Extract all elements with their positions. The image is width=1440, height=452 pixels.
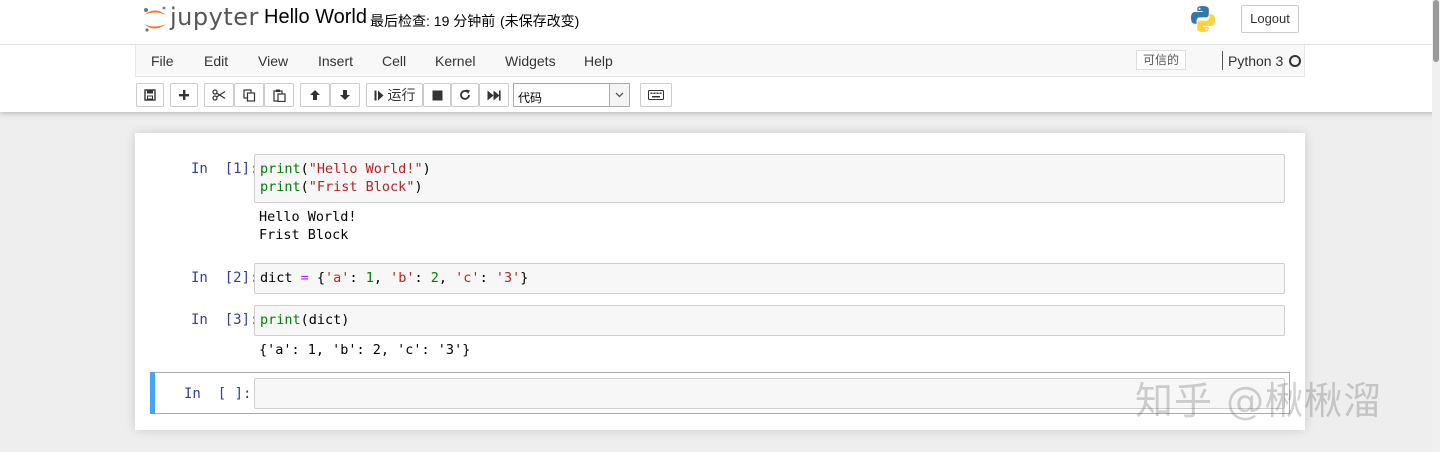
cut-button[interactable] (204, 83, 234, 107)
kernel-idle-icon (1289, 55, 1301, 67)
run-button[interactable]: 运行 (366, 83, 423, 107)
arrow-up-icon (310, 90, 320, 100)
code-cell-input[interactable]: dict = {'a': 1, 'b': 2, 'c': '3'} (254, 263, 1285, 294)
arrow-down-icon (340, 90, 350, 100)
menu-view[interactable]: View (258, 53, 288, 69)
trusted-indicator[interactable]: 可信的 (1136, 50, 1187, 70)
run-label: 运行 (387, 87, 416, 103)
menu-cell[interactable]: Cell (382, 53, 406, 69)
interrupt-button[interactable] (423, 83, 451, 107)
step-forward-icon (374, 90, 383, 100)
input-prompt: In [1]: (191, 161, 259, 177)
scissors-icon (212, 89, 226, 101)
header: jupyter Hello World 最后检查: 19 分钟前 (未保存改变)… (0, 0, 1440, 112)
kernel-divider (1222, 51, 1223, 70)
restart-icon (460, 89, 470, 100)
menu-kernel[interactable]: Kernel (435, 53, 475, 69)
output-line: {'a': 1, 'b': 2, 'c': '3'} (259, 342, 471, 358)
paste-button[interactable] (264, 83, 294, 107)
code-cell-input[interactable]: print(dict) (254, 305, 1285, 336)
code-line: print("Frist Block") (260, 179, 423, 195)
checkpoint-status: 最后检查: 19 分钟前 (370, 13, 496, 29)
notebook-container: In [1]: print("Hello World!") print("Fri… (135, 133, 1305, 430)
save-icon (144, 89, 156, 101)
code-line: dict = {'a': 1, 'b': 2, 'c': '3'} (260, 270, 529, 286)
copy-icon (242, 88, 255, 102)
input-prompt: In [3]: (191, 312, 259, 328)
notebook-name[interactable]: Hello World (264, 6, 367, 29)
command-palette-button[interactable] (640, 83, 672, 107)
move-down-button[interactable] (330, 83, 360, 107)
scrollbar[interactable] (1432, 0, 1440, 452)
autosave-status: (未保存改变) (500, 13, 580, 29)
copy-button[interactable] (234, 83, 264, 107)
menu-file[interactable]: File (151, 53, 174, 69)
plus-icon (179, 90, 189, 100)
fast-forward-icon (487, 90, 501, 100)
keyboard-icon (648, 90, 664, 100)
output-line: Frist Block (259, 227, 349, 243)
cell-type-select[interactable]: 代码 (513, 83, 630, 107)
chevron-down-icon[interactable] (609, 84, 629, 106)
restart-run-all-button[interactable] (479, 83, 509, 107)
stop-icon (432, 90, 442, 100)
paste-icon (272, 89, 286, 102)
code-cell-input[interactable]: print("Hello World!") print("Frist Block… (254, 154, 1285, 203)
code-line: print("Hello World!") (260, 161, 431, 177)
output-line: Hello World! (259, 209, 357, 225)
menu-insert[interactable]: Insert (318, 53, 353, 69)
kernel-name[interactable]: Python 3 (1228, 53, 1283, 69)
code-cell-input[interactable] (254, 378, 1285, 409)
menubar: File Edit View Insert Cell Kernel Widget… (135, 45, 1305, 77)
menu-edit[interactable]: Edit (204, 53, 228, 69)
scrollbar-thumb[interactable] (1433, 0, 1439, 62)
jupyter-logo-icon (144, 6, 166, 32)
python-logo-icon (1188, 4, 1218, 34)
restart-button[interactable] (451, 83, 479, 107)
watermark: 知乎 @楸楸溜 (1135, 379, 1383, 423)
save-button[interactable] (136, 83, 164, 107)
move-up-button[interactable] (300, 83, 330, 107)
insert-cell-button[interactable] (170, 83, 198, 107)
logout-button[interactable]: Logout (1241, 5, 1299, 33)
selected-cell-indicator (150, 372, 155, 414)
input-prompt: In [ ]: (184, 386, 252, 402)
jupyter-wordmark[interactable]: jupyter (170, 3, 259, 31)
code-line: print(dict) (260, 312, 350, 328)
input-prompt: In [2]: (191, 270, 259, 286)
menu-help[interactable]: Help (584, 53, 613, 69)
menu-widgets[interactable]: Widgets (505, 53, 556, 69)
cell-type-value: 代码 (518, 91, 543, 105)
